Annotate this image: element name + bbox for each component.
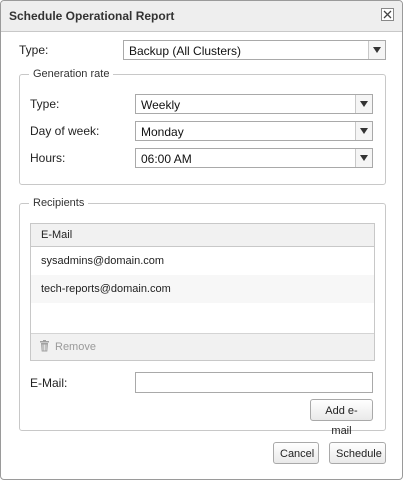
trash-icon xyxy=(40,340,49,352)
hours-label: Hours: xyxy=(30,151,66,165)
recipients-list-footer: Remove xyxy=(31,333,374,360)
recipient-email: tech-reports@domain.com xyxy=(41,283,171,295)
remove-label: Remove xyxy=(55,341,96,353)
list-item[interactable]: sysadmins@domain.com xyxy=(31,247,374,275)
email-column-header-label: E-Mail xyxy=(41,229,73,241)
day-of-week-label: Day of week: xyxy=(30,124,100,138)
chevron-down-icon xyxy=(368,41,385,59)
hours-value: 06:00 AM xyxy=(141,152,192,166)
rate-type-label: Type: xyxy=(30,97,60,111)
schedule-report-dialog: Schedule Operational Report Type: Backup… xyxy=(0,0,403,480)
dialog-title: Schedule Operational Report xyxy=(9,9,175,23)
close-button[interactable] xyxy=(381,8,394,21)
email-input-label: E-Mail: xyxy=(30,376,68,390)
email-column-header[interactable]: E-Mail xyxy=(31,224,374,247)
generation-rate-legend: Generation rate xyxy=(29,68,114,80)
hours-select[interactable]: 06:00 AM xyxy=(135,148,373,168)
chevron-down-icon xyxy=(355,95,372,113)
chevron-down-icon xyxy=(355,149,372,167)
recipients-list: E-Mail sysadmins@domain.com tech-reports… xyxy=(30,223,375,361)
recipients-legend: Recipients xyxy=(29,197,89,209)
report-type-value: Backup (All Clusters) xyxy=(129,44,242,58)
list-item[interactable]: tech-reports@domain.com xyxy=(31,275,374,303)
recipient-email: sysadmins@domain.com xyxy=(41,255,165,267)
add-email-button[interactable]: Add e-mail xyxy=(310,399,373,437)
chevron-down-icon xyxy=(355,122,372,140)
report-type-select[interactable]: Backup (All Clusters) xyxy=(123,40,386,60)
dialog-titlebar: Schedule Operational Report xyxy=(1,1,402,32)
cancel-button[interactable]: Cancel xyxy=(273,442,319,464)
close-icon xyxy=(383,10,392,19)
rate-type-value: Weekly xyxy=(141,98,181,112)
day-of-week-value: Monday xyxy=(141,125,184,139)
day-of-week-select[interactable]: Monday xyxy=(135,121,373,141)
report-type-label: Type: xyxy=(19,43,49,57)
email-input[interactable] xyxy=(135,372,373,393)
schedule-button[interactable]: Schedule xyxy=(329,442,386,464)
rate-type-select[interactable]: Weekly xyxy=(135,94,373,114)
